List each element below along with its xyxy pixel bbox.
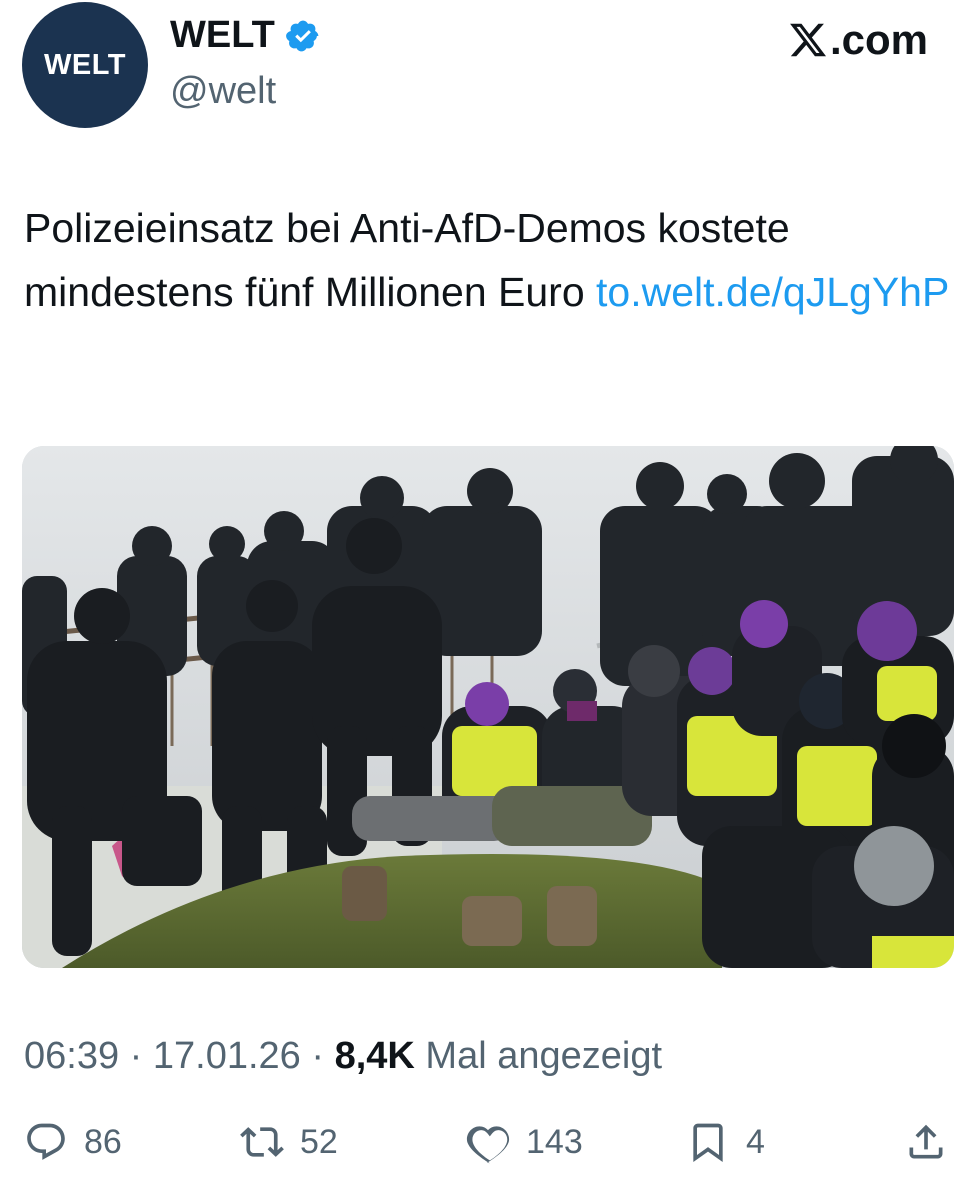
account-name-row: WELT: [170, 14, 321, 57]
views-label: Mal angezeigt: [414, 1035, 663, 1077]
bookmark-button[interactable]: 4: [686, 1120, 765, 1164]
avatar[interactable]: WELT: [22, 2, 148, 128]
account-handle[interactable]: @welt: [170, 70, 276, 113]
bookmark-icon: [693, 1123, 723, 1163]
like-count: 143: [526, 1122, 583, 1161]
tweet-time[interactable]: 06:39: [24, 1035, 119, 1078]
meta-separator: ·: [119, 1035, 153, 1077]
repost-count: 52: [300, 1122, 338, 1161]
display-name[interactable]: WELT: [170, 14, 275, 57]
heart-icon: [466, 1126, 510, 1164]
x-com-text: .com: [829, 16, 928, 63]
like-button[interactable]: 143: [466, 1120, 583, 1164]
tweet-meta: 06:39 · 17.01.26 · 8,4K Mal angezeigt: [24, 1035, 662, 1078]
tweet-actions: 86 52 143 4: [0, 1120, 976, 1180]
share-button[interactable]: [904, 1120, 948, 1164]
tweet-link[interactable]: to.welt.de/qJLgYhP: [596, 269, 949, 315]
bookmark-count: 4: [746, 1122, 765, 1161]
reply-icon: [27, 1123, 65, 1160]
reply-button[interactable]: 86: [24, 1120, 122, 1164]
views-count: 8,4K: [334, 1035, 415, 1077]
repost-button[interactable]: 52: [240, 1120, 338, 1164]
reply-count: 86: [84, 1122, 122, 1161]
x-com-brand: .com: [788, 16, 928, 64]
photo-icon: [22, 446, 954, 968]
repost-icon: [240, 1127, 284, 1157]
tweet-photo[interactable]: [22, 446, 954, 968]
verified-badge-icon: [285, 20, 319, 51]
share-icon: [909, 1124, 943, 1159]
meta-separator: ·: [300, 1035, 335, 1077]
tweet-text: Polizeieinsatz bei Anti-AfD-Demos kostet…: [24, 196, 954, 324]
tweet-date[interactable]: 17.01.26: [153, 1035, 301, 1078]
avatar-logo-text: WELT: [44, 48, 126, 81]
x-logo-icon: [790, 23, 827, 57]
